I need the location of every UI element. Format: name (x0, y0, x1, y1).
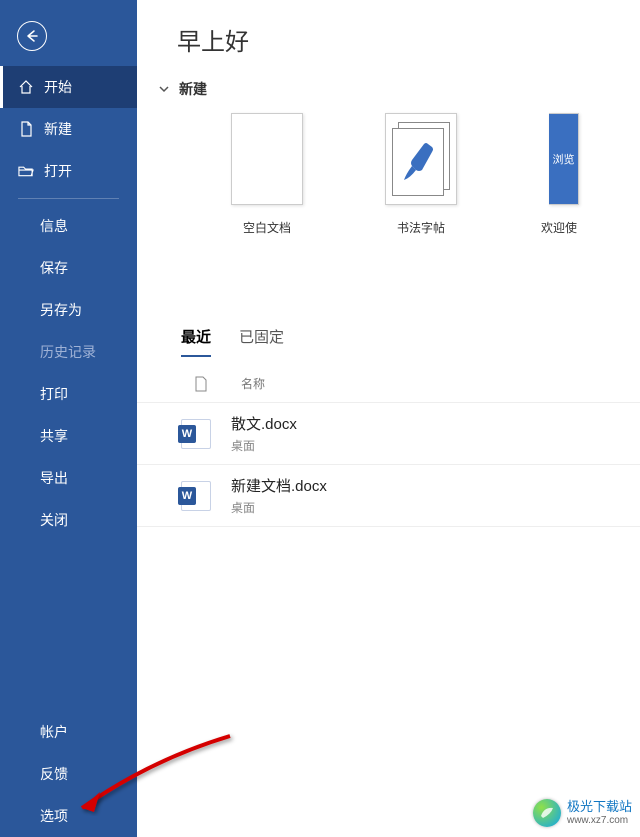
template-blank-thumb (231, 113, 303, 205)
file-name: 散文.docx (231, 413, 297, 434)
sidebar-item-account[interactable]: 帐户 (0, 711, 137, 753)
sidebar-item-label: 保存 (40, 258, 68, 278)
sidebar-item-label: 帐户 (40, 722, 68, 742)
file-location: 桌面 (231, 499, 327, 516)
welcome-tour-label: 浏览 (549, 114, 578, 204)
sidebar-item-share[interactable]: 共享 (0, 415, 137, 457)
template-welcome-thumb: 浏览 (549, 113, 579, 205)
sidebar-item-info[interactable]: 信息 (0, 205, 137, 247)
sidebar: 开始 新建 打开 信息 保存 另存为 历史记录 打印 (0, 0, 137, 837)
word-file-icon: W (181, 419, 211, 449)
tab-pinned[interactable]: 已固定 (239, 326, 284, 357)
tab-recent[interactable]: 最近 (181, 326, 211, 357)
template-label: 书法字帖 (397, 219, 445, 236)
sidebar-item-start[interactable]: 开始 (0, 66, 137, 108)
file-row[interactable]: W 新建文档.docx 桌面 (137, 465, 640, 527)
sidebar-item-options[interactable]: 选项 (0, 795, 137, 837)
template-calligraphy[interactable]: 书法字帖 (385, 113, 457, 236)
file-row[interactable]: W 散文.docx 桌面 (137, 403, 640, 465)
sidebar-item-label: 历史记录 (40, 342, 96, 362)
sidebar-item-save[interactable]: 保存 (0, 247, 137, 289)
sidebar-item-label: 关闭 (40, 510, 68, 530)
greeting-title: 早上好 (137, 0, 640, 79)
sidebar-item-label: 打印 (40, 384, 68, 404)
section-header-label: 新建 (179, 79, 207, 99)
template-calligraphy-thumb (385, 113, 457, 205)
file-text-block: 新建文档.docx 桌面 (231, 475, 327, 516)
sidebar-spacer (0, 541, 137, 711)
folder-open-icon (18, 164, 34, 178)
file-location: 桌面 (231, 437, 297, 454)
recent-tabs: 最近 已固定 (137, 326, 640, 357)
sidebar-item-label: 信息 (40, 216, 68, 236)
template-blank[interactable]: 空白文档 (231, 113, 303, 236)
sidebar-item-export[interactable]: 导出 (0, 457, 137, 499)
column-name-label: 名称 (241, 375, 265, 392)
word-file-icon: W (181, 481, 211, 511)
sidebar-item-new[interactable]: 新建 (0, 108, 137, 150)
sidebar-item-label: 开始 (44, 77, 72, 97)
sidebar-divider (18, 198, 119, 199)
sidebar-item-label: 新建 (44, 119, 72, 139)
sidebar-item-label: 选项 (40, 806, 68, 826)
template-label: 空白文档 (243, 219, 291, 236)
sidebar-item-label: 打开 (44, 161, 72, 181)
templates-row: 空白文档 书法字帖 (137, 113, 640, 266)
sidebar-item-label: 反馈 (40, 764, 68, 784)
file-text-block: 散文.docx 桌面 (231, 413, 297, 454)
brush-icon (400, 140, 436, 184)
back-button[interactable] (8, 12, 56, 60)
new-doc-icon (18, 121, 34, 137)
template-label: 欢迎使 (541, 219, 577, 236)
main-panel: 早上好 新建 空白文档 (137, 0, 640, 837)
sidebar-item-label: 导出 (40, 468, 68, 488)
back-icon (17, 21, 47, 51)
sidebar-item-print[interactable]: 打印 (0, 373, 137, 415)
file-list-header: 名称 (137, 365, 640, 403)
sidebar-item-open[interactable]: 打开 (0, 150, 137, 192)
new-section-header[interactable]: 新建 (137, 79, 640, 113)
sidebar-item-label: 另存为 (40, 300, 82, 320)
sidebar-item-history: 历史记录 (0, 331, 137, 373)
sidebar-item-label: 共享 (40, 426, 68, 446)
template-welcome[interactable]: 浏览 欢迎使 (539, 113, 579, 236)
chevron-down-icon (157, 82, 171, 96)
app-window: 开始 新建 打开 信息 保存 另存为 历史记录 打印 (0, 0, 640, 837)
sidebar-item-close[interactable]: 关闭 (0, 499, 137, 541)
file-name: 新建文档.docx (231, 475, 327, 496)
home-icon (18, 79, 34, 95)
sidebar-item-save-as[interactable]: 另存为 (0, 289, 137, 331)
sidebar-item-feedback[interactable]: 反馈 (0, 753, 137, 795)
file-icon (189, 376, 213, 392)
